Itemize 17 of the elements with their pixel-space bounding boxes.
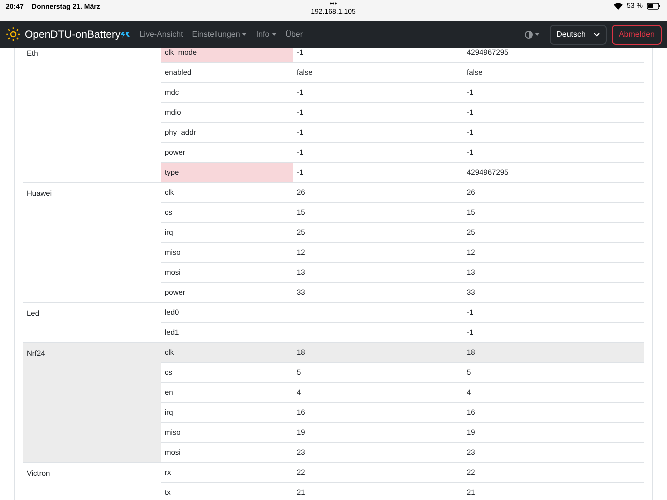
nav-link[interactable]: Info	[256, 30, 277, 39]
nav-link[interactable]: Live-Ansicht	[140, 30, 184, 39]
bolt-icon	[120, 31, 130, 38]
battery-icon	[647, 3, 661, 10]
language-select[interactable]: Deutsch	[550, 24, 607, 44]
logout-button[interactable]: Abmelden	[612, 24, 662, 44]
theme-menu-button[interactable]	[524, 30, 540, 38]
wifi-icon	[614, 3, 624, 10]
caret-icon	[242, 33, 248, 36]
chevron-icon	[594, 32, 600, 36]
brand-name[interactable]: OpenDTU-onBattery	[25, 28, 121, 40]
nav-link[interactable]: Einstellungen	[192, 30, 248, 39]
nav-link[interactable]: Über	[286, 30, 304, 39]
sun-icon	[6, 27, 21, 42]
caret-icon	[272, 33, 277, 36]
caret-icon	[534, 33, 540, 36]
contrast-icon	[524, 30, 533, 38]
